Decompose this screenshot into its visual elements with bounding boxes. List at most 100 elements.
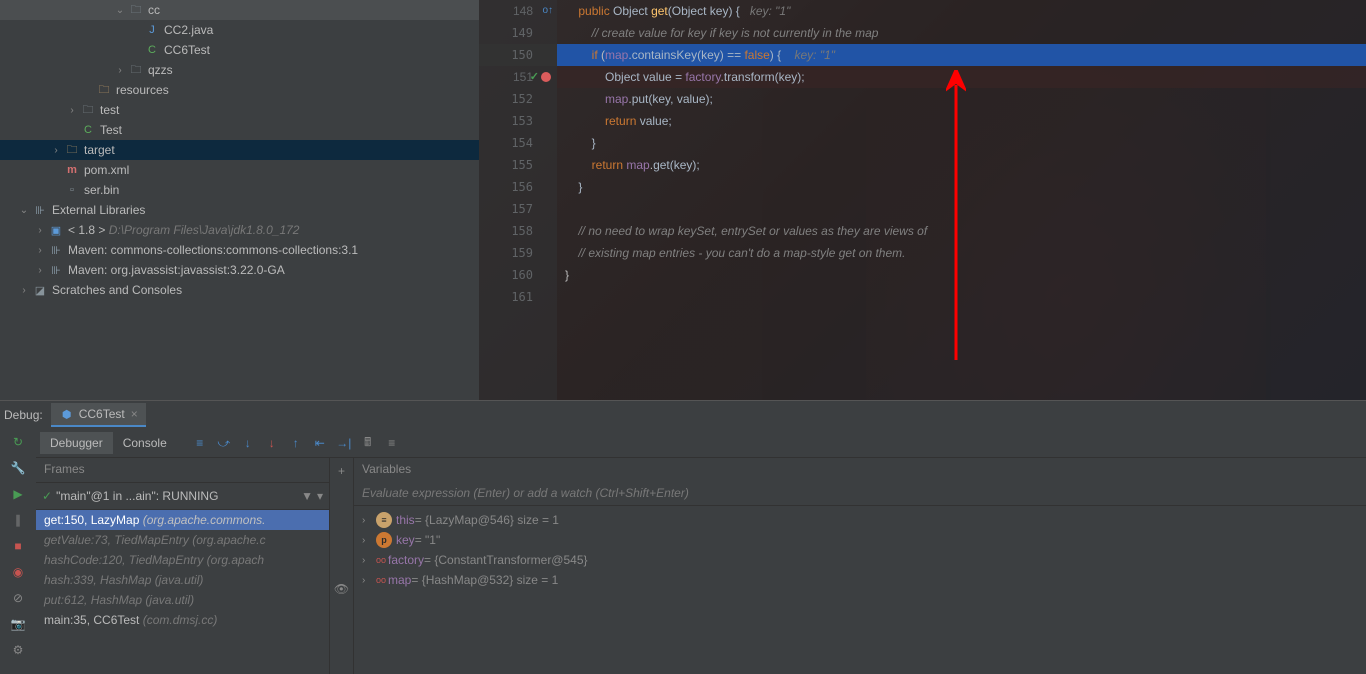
chevron-right-icon: › xyxy=(112,65,128,76)
stack-frame[interactable]: put:612, HashMap (java.util) xyxy=(36,590,329,610)
library-icon: ⊪ xyxy=(48,262,64,278)
chevron-right-icon: › xyxy=(32,225,48,236)
tree-external-libraries[interactable]: ⌄⊪External Libraries xyxy=(0,200,479,220)
code-editor[interactable]: 148o↑ 149 150 151✓ 152 153 154 155 156 1… xyxy=(479,0,1366,400)
step-out-button[interactable]: ↑ xyxy=(285,432,307,454)
chevron-right-icon: › xyxy=(64,105,80,116)
filter-icon[interactable]: ▼ xyxy=(301,489,313,503)
chevron-down-icon: ⌄ xyxy=(112,5,128,16)
chevron-right-icon: › xyxy=(362,515,376,526)
debug-run-tab[interactable]: ⬢ CC6Test × xyxy=(51,403,146,427)
line-number[interactable]: 149 xyxy=(479,22,557,44)
stack-frame[interactable]: getValue:73, TiedMapEntry (org.apache.c xyxy=(36,530,329,550)
variables-header: Variables xyxy=(354,458,1366,482)
tree-folder-qzzs[interactable]: ›🗀qzzs xyxy=(0,60,479,80)
resume-button[interactable]: ▶ xyxy=(6,482,30,506)
run-to-cursor-button[interactable]: →| xyxy=(333,432,355,454)
tree-lib-maven1[interactable]: ›⊪Maven: commons-collections:commons-col… xyxy=(0,240,479,260)
resources-icon: 🗀 xyxy=(96,82,112,98)
settings-button[interactable]: ⚙ xyxy=(6,638,30,662)
frames-panel[interactable]: Frames ✓ "main"@1 in ...ain": RUNNING ▼ … xyxy=(36,458,330,674)
project-tree[interactable]: ⌄🗀cc JCC2.java CCC6Test ›🗀qzzs 🗀resource… xyxy=(0,0,479,400)
stack-frame[interactable]: hashCode:120, TiedMapEntry (org.apach xyxy=(36,550,329,570)
object-icon: oo xyxy=(376,575,386,585)
show-execution-point-button[interactable]: ≡ xyxy=(189,432,211,454)
breakpoint-check-icon: ✓ xyxy=(530,66,539,88)
line-number[interactable]: 153 xyxy=(479,110,557,132)
stack-frame[interactable]: main:35, CC6Test (com.dmsj.cc) xyxy=(36,610,329,630)
editor-gutter[interactable]: 148o↑ 149 150 151✓ 152 153 154 155 156 1… xyxy=(479,0,557,400)
variables-panel[interactable]: Variables Evaluate expression (Enter) or… xyxy=(354,458,1366,674)
check-icon: ✓ xyxy=(42,489,52,503)
trace-button[interactable]: ≡ xyxy=(381,432,403,454)
console-tab[interactable]: Console xyxy=(113,432,177,454)
stack-frame[interactable]: hash:339, HashMap (java.util) xyxy=(36,570,329,590)
step-over-button[interactable]: ⤻ xyxy=(213,432,235,454)
tree-folder-test[interactable]: ›🗀test xyxy=(0,100,479,120)
line-number[interactable]: 148o↑ xyxy=(479,0,557,22)
variable-item[interactable]: ›≡this = {LazyMap@546} size = 1 xyxy=(354,510,1366,530)
line-number[interactable]: 160 xyxy=(479,264,557,286)
mute-breakpoints-button[interactable]: ⊘ xyxy=(6,586,30,610)
tree-folder-resources[interactable]: 🗀resources xyxy=(0,80,479,100)
stack-frame[interactable]: get:150, LazyMap (org.apache.commons. xyxy=(36,510,329,530)
line-number[interactable]: 158 xyxy=(479,220,557,242)
line-number[interactable]: 154 xyxy=(479,132,557,154)
line-number[interactable]: 155 xyxy=(479,154,557,176)
tree-lib-jdk[interactable]: ›▣< 1.8 > D:\Program Files\Java\jdk1.8.0… xyxy=(0,220,479,240)
stop-button[interactable]: ■ xyxy=(6,534,30,558)
dropdown-icon[interactable]: ▾ xyxy=(317,489,323,503)
chevron-right-icon: › xyxy=(362,535,376,546)
line-number[interactable]: 152 xyxy=(479,88,557,110)
evaluate-input[interactable]: Evaluate expression (Enter) or add a wat… xyxy=(354,482,1366,506)
scratches-icon: ◪ xyxy=(32,282,48,298)
variable-item[interactable]: ›oofactory = {ConstantTransformer@545} xyxy=(354,550,1366,570)
drop-frame-button[interactable]: ⇤ xyxy=(309,432,331,454)
frames-list[interactable]: get:150, LazyMap (org.apache.commons. ge… xyxy=(36,510,329,674)
line-number[interactable]: 159 xyxy=(479,242,557,264)
tree-lib-maven2[interactable]: ›⊪Maven: org.javassist:javassist:3.22.0-… xyxy=(0,260,479,280)
rerun-button[interactable]: ↻ xyxy=(6,430,30,454)
thread-selector[interactable]: ✓ "main"@1 in ...ain": RUNNING ▼ ▾ xyxy=(36,482,329,510)
chevron-right-icon: › xyxy=(362,555,376,566)
add-watch-button[interactable]: + xyxy=(333,462,351,480)
camera-button[interactable]: 📷 xyxy=(6,612,30,636)
close-icon[interactable]: × xyxy=(131,407,138,421)
folder-icon: 🗀 xyxy=(64,142,80,158)
pause-button[interactable]: ∥ xyxy=(6,508,30,532)
tree-file-cc2java[interactable]: JCC2.java xyxy=(0,20,479,40)
variable-item[interactable]: ›pkey = "1" xyxy=(354,530,1366,550)
tree-file-test[interactable]: CTest xyxy=(0,120,479,140)
code-line[interactable]: // create value for key if key is not cu… xyxy=(557,22,1366,44)
line-number[interactable]: 156 xyxy=(479,176,557,198)
code-line[interactable]: public Object get(Object key) { key: "1" xyxy=(557,0,1366,22)
tree-file-serbin[interactable]: ▫ser.bin xyxy=(0,180,479,200)
evaluate-button[interactable]: 🖩 xyxy=(357,432,379,454)
java-test-icon: C xyxy=(80,122,96,138)
step-into-button[interactable]: ↓ xyxy=(237,432,259,454)
tree-file-cc6test[interactable]: CCC6Test xyxy=(0,40,479,60)
variables-tree[interactable]: ›≡this = {LazyMap@546} size = 1 ›pkey = … xyxy=(354,506,1366,674)
line-number[interactable]: 150 xyxy=(479,44,557,66)
debug-panel[interactable]: Debug: ⬢ CC6Test × ↻ 🔧 ▶ ∥ ■ ◉ ⊘ 📷 ⚙ Deb… xyxy=(0,400,1366,674)
force-step-into-button[interactable]: ↓ xyxy=(261,432,283,454)
tree-file-pom[interactable]: mpom.xml xyxy=(0,160,479,180)
show-watches-button[interactable]: 👁 xyxy=(333,580,351,598)
view-breakpoints-button[interactable]: ◉ xyxy=(6,560,30,584)
tree-scratches[interactable]: ›◪Scratches and Consoles xyxy=(0,280,479,300)
java-class-icon: J xyxy=(144,22,160,38)
override-icon: o↑ xyxy=(542,0,553,22)
chevron-right-icon: › xyxy=(32,245,48,256)
debugger-tab[interactable]: Debugger xyxy=(40,432,113,454)
variable-item[interactable]: ›oomap = {HashMap@532} size = 1 xyxy=(354,570,1366,590)
modify-run-button[interactable]: 🔧 xyxy=(6,456,30,480)
line-number[interactable]: 157 xyxy=(479,198,557,220)
debug-tab-label: CC6Test xyxy=(79,407,125,421)
line-number[interactable]: 161 xyxy=(479,286,557,308)
code-line-current[interactable]: if (map.containsKey(key) == false) { key… xyxy=(557,44,1366,66)
tree-folder-cc[interactable]: ⌄🗀cc xyxy=(0,0,479,20)
breakpoint-icon[interactable] xyxy=(541,72,551,82)
tree-folder-target[interactable]: ›🗀target xyxy=(0,140,479,160)
line-number[interactable]: 151✓ xyxy=(479,66,557,88)
library-icon: ⊪ xyxy=(48,242,64,258)
